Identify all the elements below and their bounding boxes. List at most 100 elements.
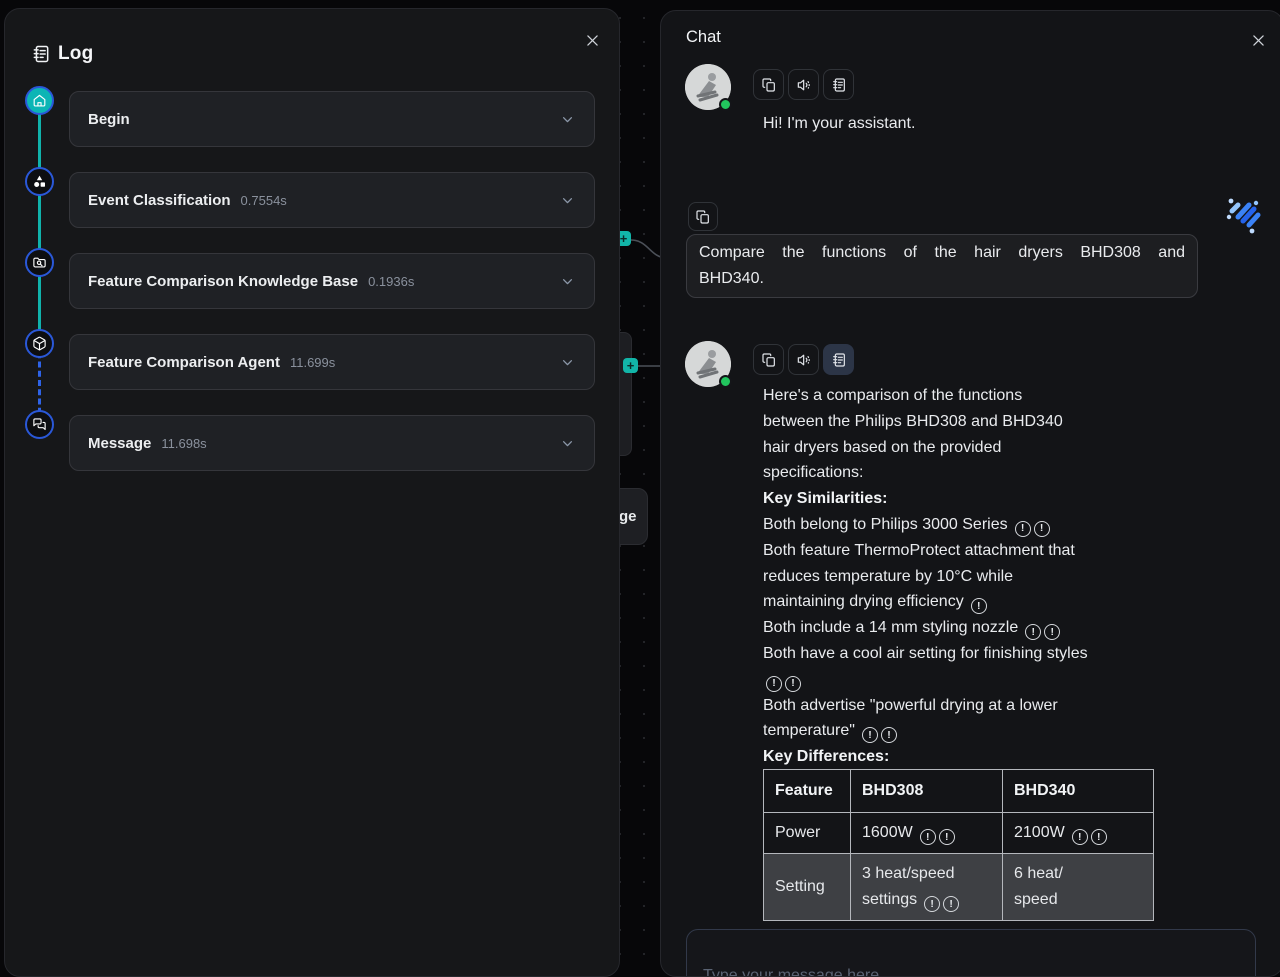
assistant-message-line: between the Philips BHD308 and BHD340 <box>763 409 1155 435</box>
citation-icon[interactable]: ! <box>971 598 987 614</box>
flow-node-label: ge <box>619 508 637 525</box>
table-cell: Setting <box>764 854 851 921</box>
chevron-down-icon <box>559 354 576 371</box>
chat-close-button[interactable] <box>1243 25 1273 55</box>
close-icon <box>584 32 601 49</box>
assistant-message-line: reduces temperature by 10°C while <box>763 564 1155 590</box>
cube-icon <box>25 329 54 358</box>
plus-handle-icon[interactable]: + <box>623 358 638 373</box>
table-cell: Power <box>764 813 851 854</box>
log-toggle-button[interactable] <box>823 344 854 375</box>
log-toggle-button[interactable] <box>823 69 854 100</box>
log-step-event-classification[interactable]: Event Classification 0.7554s <box>69 172 595 228</box>
step-label: Message <box>88 435 151 452</box>
step-label: Feature Comparison Agent <box>88 354 280 371</box>
chevron-down-icon <box>559 111 576 128</box>
online-status-dot <box>719 375 732 388</box>
brand-logo-icon <box>1219 189 1267 237</box>
assistant-message-line: specifications: <box>763 460 1155 486</box>
table-cell: 3 heat/speed settings!! <box>851 854 1003 921</box>
citation-icon[interactable]: ! <box>1034 521 1050 537</box>
comparison-table: FeatureBHD308BHD340 Power1600W!!2100W!!S… <box>763 769 1154 921</box>
step-label: Feature Comparison Knowledge Base <box>88 273 358 290</box>
citation-icon[interactable]: ! <box>862 727 878 743</box>
log-header: Log <box>31 43 93 65</box>
citation-icon[interactable]: ! <box>1015 521 1031 537</box>
table-header-row: FeatureBHD308BHD340 <box>764 770 1154 813</box>
citation-icon[interactable]: ! <box>785 676 801 692</box>
table-header-cell: Feature <box>764 770 851 813</box>
log-step-feature-comparison-agent[interactable]: Feature Comparison Agent 11.699s <box>69 334 595 390</box>
copy-button[interactable] <box>753 69 784 100</box>
log-step-feature-comparison-knowledge-base[interactable]: Feature Comparison Knowledge Base 0.1936s <box>69 253 595 309</box>
chevron-down-icon <box>559 192 576 209</box>
step-label: Event Classification <box>88 192 231 209</box>
plus-glyph: + <box>620 232 628 245</box>
log-panel: Log Begin Event Classification 0.7554s Feat… <box>4 8 620 977</box>
chat-panel: Chat Hi! I'm your assistant. Compare the… <box>660 10 1280 977</box>
home-icon <box>25 86 54 115</box>
step-label: Begin <box>88 111 130 128</box>
citation-icon[interactable]: ! <box>920 829 936 845</box>
user-message-line: BHD340. <box>699 266 1185 292</box>
assistant-message-line: Both belong to Philips 3000 Series!! <box>763 512 1155 538</box>
notebook-icon <box>831 352 847 368</box>
copy-icon <box>695 209 711 225</box>
table-cell: 1600W!! <box>851 813 1003 854</box>
citation-icon[interactable]: ! <box>1072 829 1088 845</box>
step-duration: 0.7554s <box>241 193 287 208</box>
notebook-icon <box>831 77 847 93</box>
assistant-message-line: Key Differences: <box>763 744 1155 770</box>
chat-icon <box>25 410 54 439</box>
message-actions <box>753 69 854 100</box>
copy-icon <box>761 352 777 368</box>
table-cell: 6 heat/ speed <box>1003 854 1154 921</box>
speak-button[interactable] <box>788 69 819 100</box>
timeline-line-solid <box>38 100 41 343</box>
assistant-message-line: Both include a 14 mm styling nozzle!! <box>763 615 1155 641</box>
copy-button[interactable] <box>688 202 718 231</box>
assistant-message-line: temperature"!! <box>763 718 1155 744</box>
assistant-message-line: Here's a comparison of the functions <box>763 383 1155 409</box>
assistant-message-body: Here's a comparison of the functionsbetw… <box>763 383 1155 770</box>
assistant-message-line: Both advertise "powerful drying at a low… <box>763 693 1155 719</box>
online-status-dot <box>719 98 732 111</box>
assistant-avatar <box>685 64 731 110</box>
log-title: Log <box>58 43 93 65</box>
assistant-greeting: Hi! I'm your assistant. <box>763 111 915 137</box>
citation-icon[interactable]: ! <box>766 676 782 692</box>
speaker-icon <box>796 77 812 93</box>
log-step-message[interactable]: Message11.698s <box>69 415 595 471</box>
folder-search-icon <box>25 248 54 277</box>
citation-icon[interactable]: ! <box>924 896 940 912</box>
step-duration: 11.699s <box>290 355 335 370</box>
assistant-message-line: Both have a cool air setting for finishi… <box>763 641 1155 667</box>
log-step-list: Begin Event Classification 0.7554s Feature … <box>69 91 595 496</box>
log-close-button[interactable] <box>577 25 607 55</box>
speak-button[interactable] <box>788 344 819 375</box>
user-message-bubble: Compare the functions of the hair dryers… <box>686 234 1198 298</box>
close-icon <box>1250 32 1267 49</box>
chevron-down-icon <box>559 273 576 290</box>
speaker-icon <box>796 352 812 368</box>
assistant-message-line: maintaining drying efficiency! <box>763 589 1155 615</box>
copy-button[interactable] <box>753 344 784 375</box>
log-step-begin[interactable]: Begin <box>69 91 595 147</box>
citation-icon[interactable]: ! <box>943 896 959 912</box>
citation-icon[interactable]: ! <box>1025 624 1041 640</box>
chat-title: Chat <box>686 28 721 47</box>
assistant-message-line: Key Similarities: <box>763 486 1155 512</box>
assistant-message-line: !! <box>763 667 1155 693</box>
citation-icon[interactable]: ! <box>1091 829 1107 845</box>
assistant-message-line: hair dryers based on the provided <box>763 435 1155 461</box>
table-row: Setting3 heat/speed settings!!6 heat/ sp… <box>764 854 1154 921</box>
notebook-icon <box>31 44 51 64</box>
citation-icon[interactable]: ! <box>881 727 897 743</box>
citation-icon[interactable]: ! <box>939 829 955 845</box>
citation-icon[interactable]: ! <box>1044 624 1060 640</box>
user-message-line: Compare the functions of the hair dryers… <box>699 240 1185 266</box>
assistant-message-line: Both feature ThermoProtect attachment th… <box>763 538 1155 564</box>
table-cell: 2100W!! <box>1003 813 1154 854</box>
chat-input[interactable] <box>687 930 1255 977</box>
step-duration: 0.1936s <box>368 274 414 289</box>
